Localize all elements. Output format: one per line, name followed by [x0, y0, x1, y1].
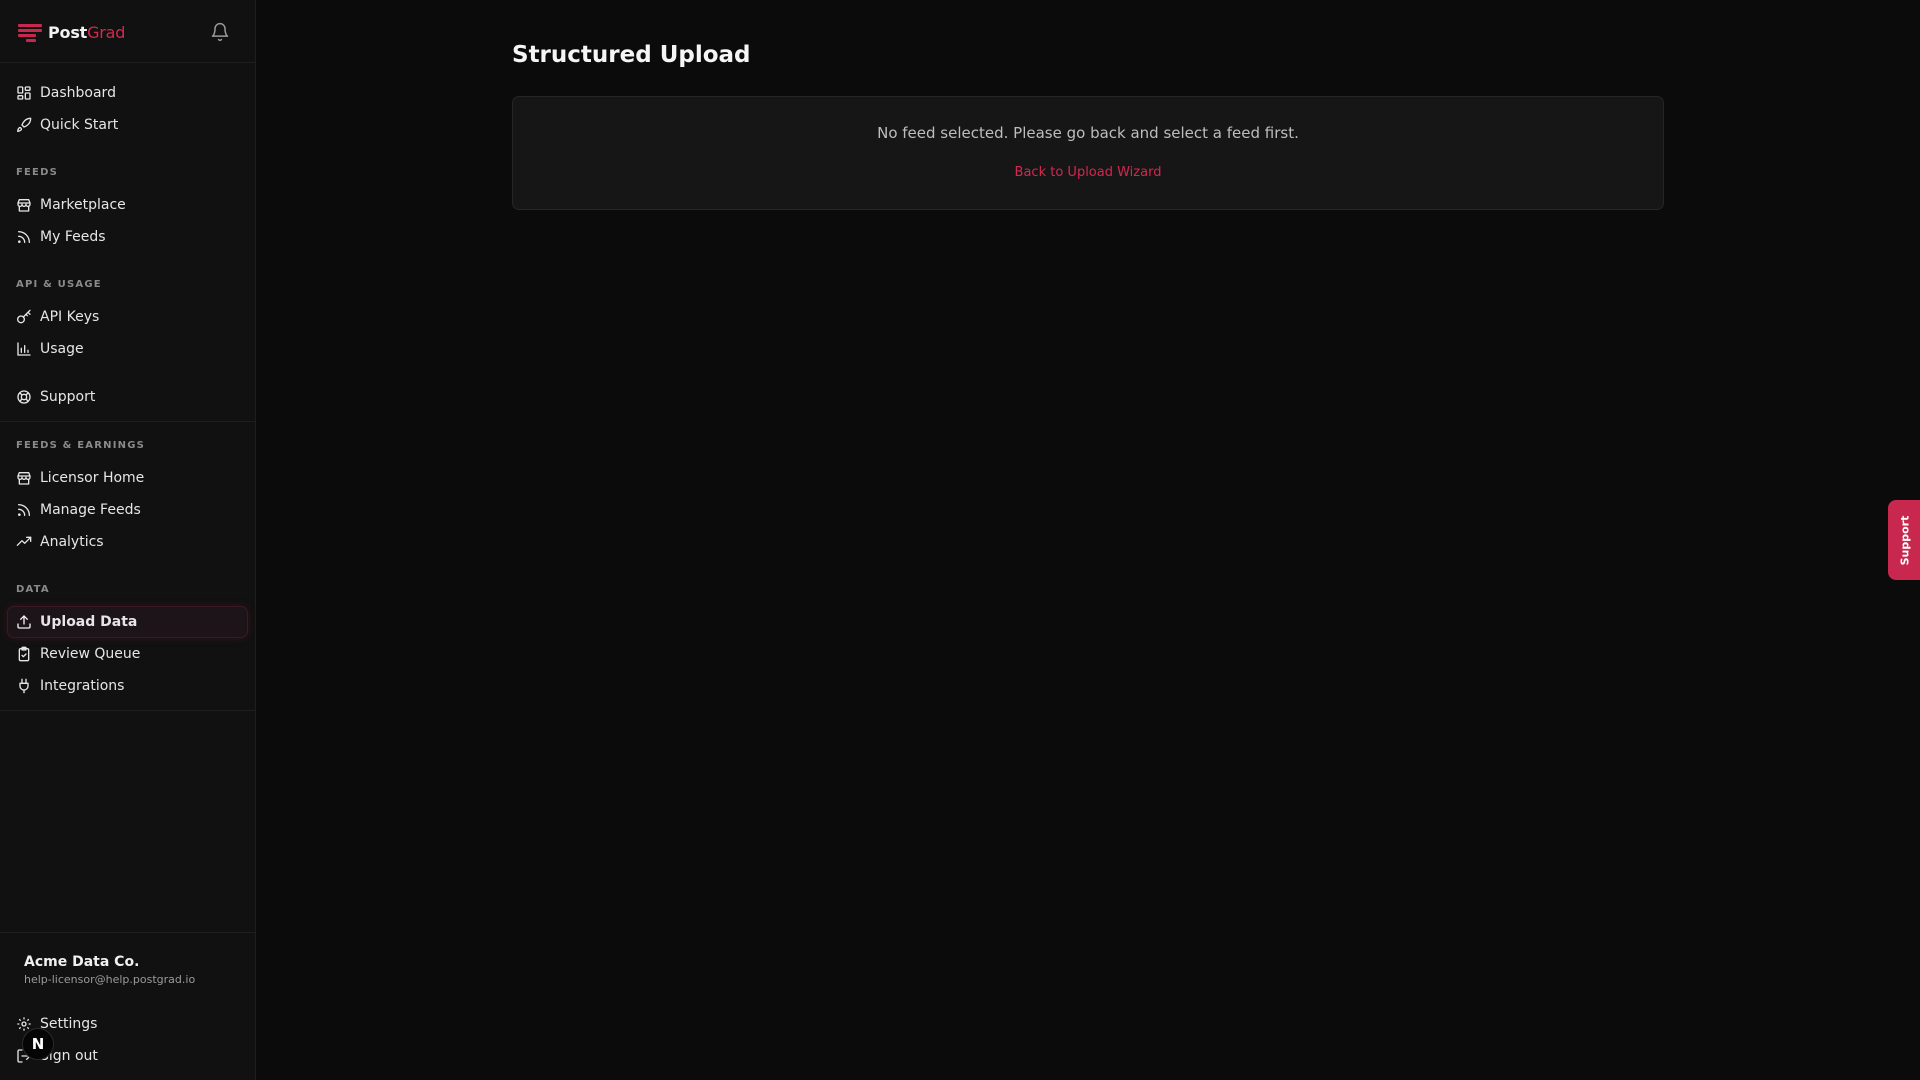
trending-up-icon — [16, 536, 32, 546]
empty-state-message: No feed selected. Please go back and sel… — [877, 124, 1299, 142]
sidebar-item-label: Marketplace — [40, 197, 126, 213]
plug-icon — [19, 678, 29, 694]
sidebar-divider — [0, 421, 256, 422]
section-label-feeds-earnings: FEEDS & EARNINGS — [16, 440, 146, 451]
sidebar-item-label: Settings — [40, 1016, 98, 1032]
brand-logo[interactable]: Post Grad — [18, 22, 125, 42]
sidebar-item-label: Quick Start — [40, 117, 119, 133]
back-to-upload-wizard-link[interactable]: Back to Upload Wizard — [513, 165, 1663, 180]
sidebar-item-label: Support — [40, 389, 96, 405]
section-label-api-usage: API & USAGE — [16, 279, 102, 290]
brand-name-part1: Post — [48, 22, 88, 42]
sidebar-item-marketplace[interactable]: Marketplace — [8, 190, 247, 220]
sidebar: Post Grad Dashboard Quick Start FEEDS Mar… — [0, 0, 256, 1080]
sidebar-item-manage-feeds[interactable]: Manage Feeds — [8, 495, 247, 525]
clipboard-check-icon — [18, 646, 30, 662]
brand-name-part2: Grad — [87, 22, 126, 42]
sidebar-item-label: Integrations — [40, 678, 125, 694]
sidebar-item-quick-start[interactable]: Quick Start — [8, 110, 247, 140]
account-name: Acme Data Co. — [24, 954, 140, 970]
section-label-feeds: FEEDS — [16, 167, 58, 178]
dashboard-icon — [17, 86, 31, 100]
sidebar-item-support[interactable]: Support — [8, 382, 247, 412]
sidebar-item-usage[interactable]: Usage — [8, 334, 247, 364]
sidebar-item-upload-data[interactable]: Upload Data — [8, 607, 247, 637]
postgrad-logo-icon — [18, 22, 42, 42]
sidebar-item-label: Analytics — [40, 534, 104, 550]
sidebar-divider — [0, 62, 256, 63]
sidebar-item-label: Upload Data — [40, 614, 138, 630]
sidebar-item-integrations[interactable]: Integrations — [8, 671, 247, 701]
rocket-icon — [17, 117, 32, 132]
sidebar-item-label: Dashboard — [40, 85, 116, 101]
sidebar-item-analytics[interactable]: Analytics — [8, 527, 247, 557]
sidebar-item-dashboard[interactable]: Dashboard — [8, 78, 247, 108]
sidebar-divider — [0, 710, 256, 711]
bar-chart-icon — [17, 342, 31, 356]
store-icon — [17, 199, 31, 212]
key-icon — [17, 309, 31, 324]
sidebar-item-api-keys[interactable]: API Keys — [8, 302, 247, 332]
rss-icon — [18, 504, 30, 516]
n-badge-icon[interactable]: N — [22, 1028, 54, 1060]
sidebar-divider — [0, 932, 256, 933]
lifebuoy-icon — [17, 390, 31, 404]
upload-icon — [17, 615, 31, 629]
page-title: Structured Upload — [512, 42, 751, 68]
sidebar-item-label: My Feeds — [40, 229, 106, 245]
support-tab-label: Support — [1898, 515, 1912, 565]
sidebar-item-review-queue[interactable]: Review Queue — [8, 639, 247, 669]
sidebar-item-label: Licensor Home — [40, 470, 145, 486]
account-email: help-licensor@help.postgrad.io — [24, 973, 196, 986]
sidebar-item-my-feeds[interactable]: My Feeds — [8, 222, 247, 252]
sidebar-item-label: Review Queue — [40, 646, 141, 662]
store-icon — [17, 472, 31, 485]
rss-icon — [18, 231, 30, 243]
sidebar-item-label: Manage Feeds — [40, 502, 141, 518]
sidebar-item-label: Usage — [40, 341, 84, 357]
bell-icon[interactable] — [210, 22, 232, 44]
sidebar-item-licensor-home[interactable]: Licensor Home — [8, 463, 247, 493]
empty-state-panel: No feed selected. Please go back and sel… — [512, 96, 1664, 210]
section-label-data: DATA — [16, 584, 50, 595]
support-tab-button[interactable]: Support — [1888, 500, 1920, 580]
sidebar-item-label: API Keys — [40, 309, 100, 325]
